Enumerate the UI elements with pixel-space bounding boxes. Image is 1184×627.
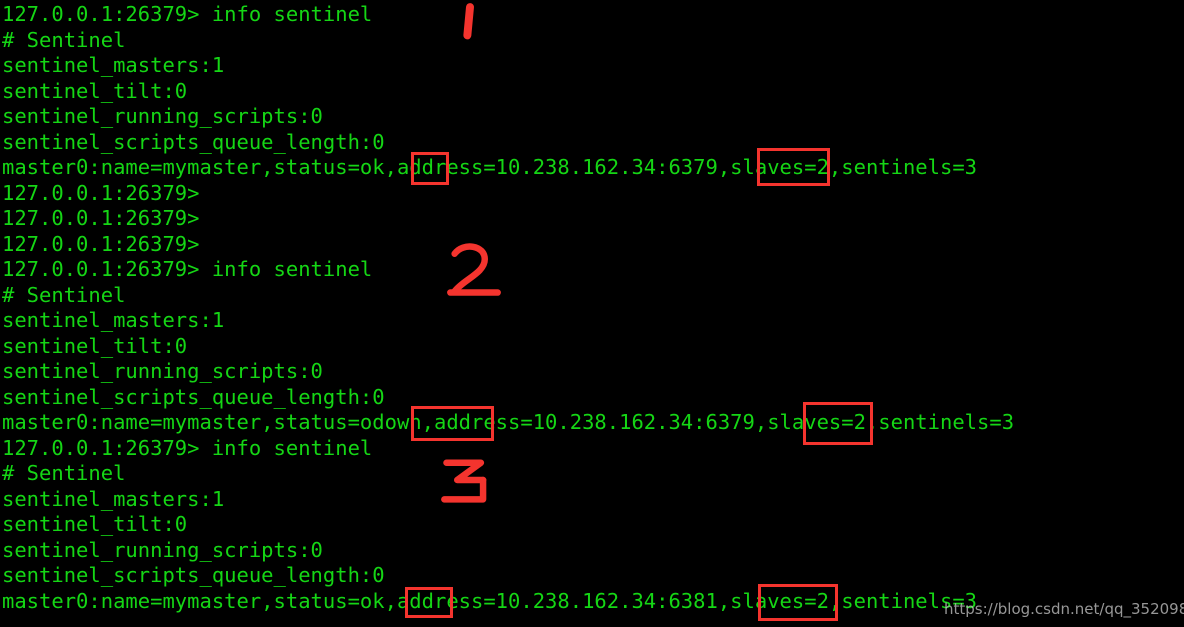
terminal-line: master0:name=mymaster,status=ok,address=… — [2, 155, 978, 179]
terminal-line: master0:name=mymaster,status=ok,address=… — [2, 588, 978, 613]
terminal-line: sentinel_tilt:0 — [2, 333, 188, 358]
terminal-line: 127.0.0.1:26379> — [2, 180, 200, 205]
terminal-line: master0:name=mymaster,status=odown,addre… — [2, 410, 1015, 434]
terminal-line: # Sentinel — [2, 27, 126, 52]
terminal-line: sentinel_running_scripts:0 — [2, 359, 323, 383]
terminal-window: 127.0.0.1:26379> info sentinel # Sentinel… — [0, 0, 1184, 627]
terminal-line: # Sentinel — [2, 282, 126, 307]
terminal-line: sentinel_scripts_queue_length:0 — [2, 563, 385, 587]
terminal-line: 127.0.0.1:26379> info sentinel — [2, 435, 373, 460]
terminal-line: sentinel_scripts_queue_length:0 — [2, 129, 385, 154]
terminal-line: sentinel_running_scripts:0 — [2, 537, 323, 562]
terminal-line: sentinel_masters:1 — [2, 53, 225, 77]
blog-watermark: https://blog.csdn.net/qq_35209838 — [944, 600, 1184, 618]
terminal-line: # Sentinel — [2, 461, 126, 485]
terminal-output-screen[interactable]: 127.0.0.1:26379> info sentinel # Sentinel… — [0, 0, 1184, 627]
terminal-line: 127.0.0.1:26379> info sentinel — [2, 2, 373, 26]
terminal-line: sentinel_tilt:0 — [2, 512, 188, 536]
terminal-line: sentinel_masters:1 — [2, 308, 225, 332]
terminal-line: sentinel_tilt:0 — [2, 78, 188, 103]
terminal-line: 127.0.0.1:26379> — [2, 231, 200, 256]
terminal-line: 127.0.0.1:26379> — [2, 206, 200, 230]
terminal-line: sentinel_masters:1 — [2, 486, 225, 511]
terminal-line: 127.0.0.1:26379> info sentinel — [2, 257, 373, 281]
terminal-line: sentinel_running_scripts:0 — [2, 104, 323, 128]
terminal-line: sentinel_scripts_queue_length:0 — [2, 384, 385, 409]
